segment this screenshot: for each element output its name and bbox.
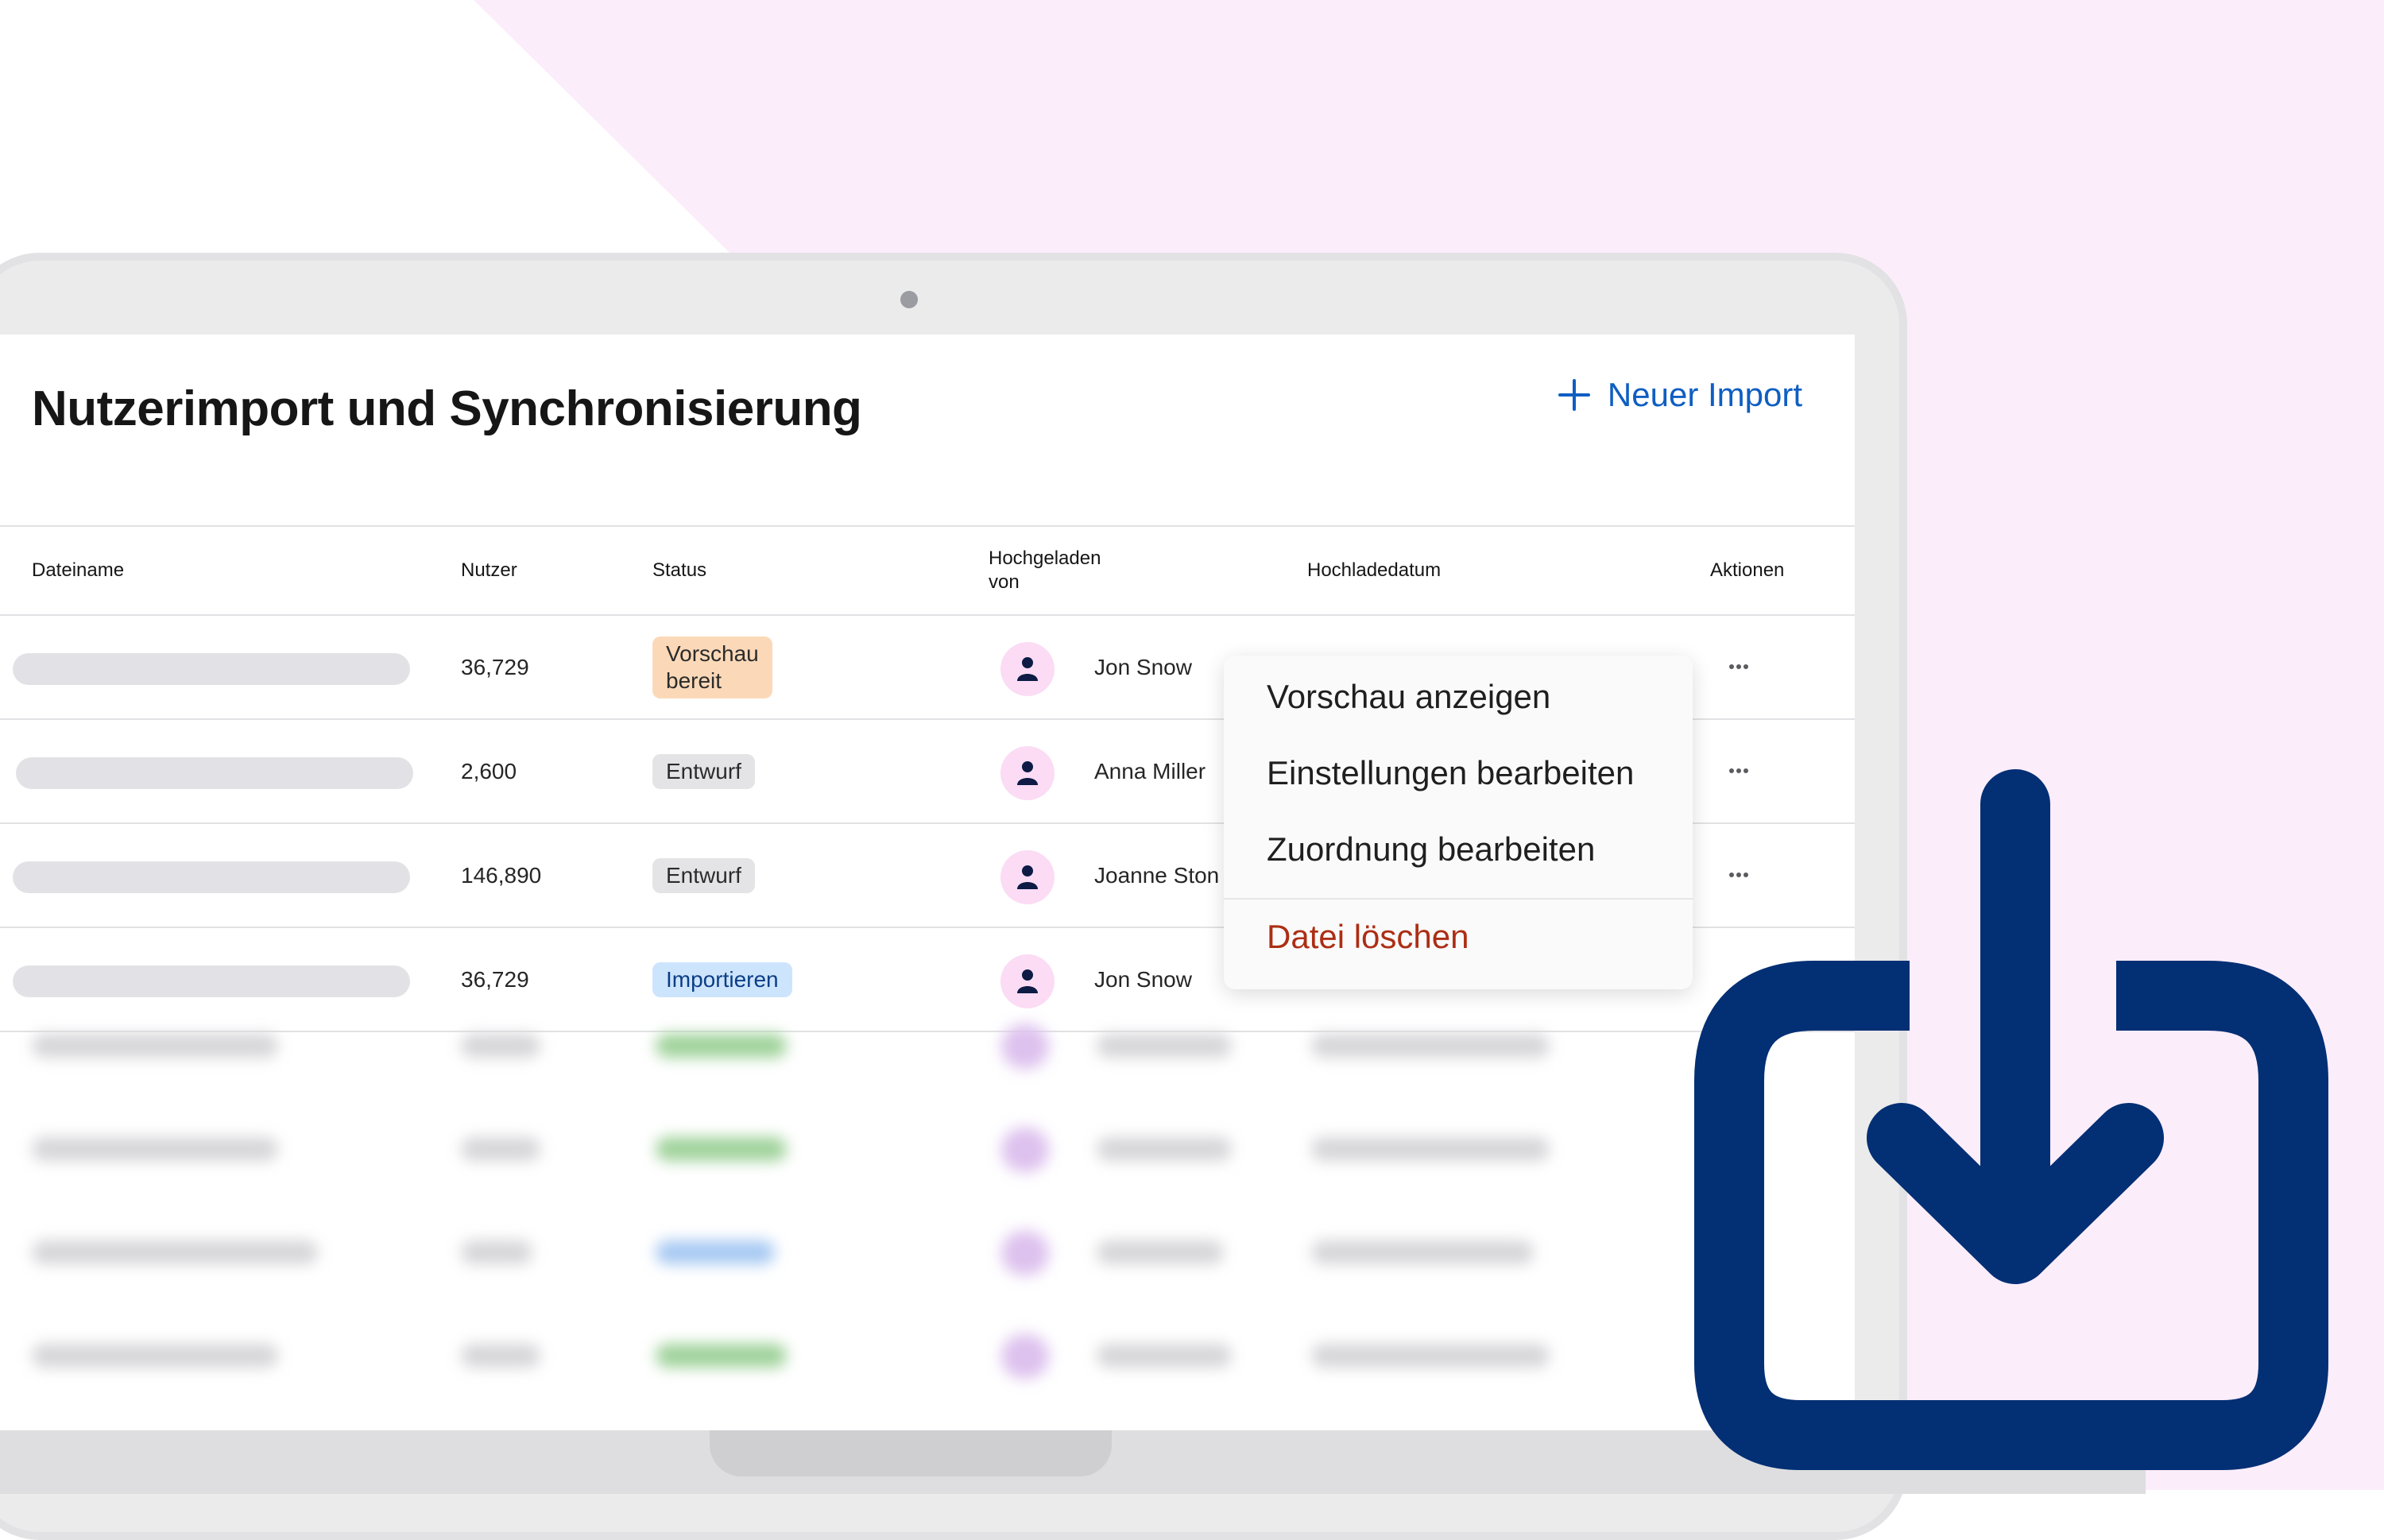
column-header-date[interactable]: Hochladedatum xyxy=(1307,527,1441,614)
blurred-status xyxy=(656,1240,775,1264)
file-name-placeholder xyxy=(13,965,410,997)
avatar xyxy=(1000,642,1055,696)
uploader-name: Joanne Ston xyxy=(1094,862,1220,888)
blurred-rows xyxy=(0,1024,1855,1431)
column-header-users[interactable]: Nutzer xyxy=(461,527,517,614)
blurred-file-name xyxy=(32,1034,278,1058)
row-actions-menu: Vorschau anzeigen Einstellungen bearbeit… xyxy=(1224,656,1693,989)
avatar xyxy=(1000,746,1055,800)
status-badge-line1: Vorschau xyxy=(666,640,759,666)
blurred-file-name xyxy=(32,1344,278,1368)
status-badge: Entwurf xyxy=(652,857,755,893)
new-import-button[interactable]: Neuer Import xyxy=(1558,376,1802,414)
blurred-date xyxy=(1311,1240,1534,1264)
menu-item-edit-mapping[interactable]: Zuordnung bearbeiten xyxy=(1267,830,1595,869)
users-count: 36,729 xyxy=(461,966,529,992)
blurred-date xyxy=(1311,1034,1550,1058)
users-count: 2,600 xyxy=(461,758,517,784)
blurred-status xyxy=(656,1137,787,1161)
page-title: Nutzerimport und Synchronisierung xyxy=(32,381,862,436)
menu-divider xyxy=(1224,898,1693,900)
column-header-status[interactable]: Status xyxy=(652,527,706,614)
column-header-uploaded-by[interactable]: Hochgeladen von xyxy=(989,527,1101,614)
column-header-file[interactable]: Dateiname xyxy=(32,527,124,614)
download-icon xyxy=(1694,769,2328,1470)
users-count: 146,890 xyxy=(461,862,542,888)
new-import-label: Neuer Import xyxy=(1607,376,1802,413)
table-header: Dateiname Nutzer Status Hochgeladen von … xyxy=(0,525,1855,616)
menu-item-delete-file[interactable]: Datei löschen xyxy=(1267,918,1469,956)
uploader-name: Jon Snow xyxy=(1094,654,1192,679)
blurred-uploader xyxy=(1097,1240,1224,1264)
blurred-file-name xyxy=(32,1240,318,1264)
menu-item-preview[interactable]: Vorschau anzeigen xyxy=(1267,678,1550,716)
blurred-avatar xyxy=(1001,1231,1049,1275)
status-badge: Importieren xyxy=(652,962,792,997)
more-horizontal-icon[interactable] xyxy=(1728,660,1749,673)
plus-icon xyxy=(1558,379,1590,411)
menu-item-edit-settings[interactable]: Einstellungen bearbeiten xyxy=(1267,754,1634,792)
blurred-avatar xyxy=(1001,1334,1049,1379)
file-name-placeholder xyxy=(13,861,410,893)
column-header-uploaded-by-line1: Hochgeladen xyxy=(989,548,1101,569)
avatar xyxy=(1000,954,1055,1008)
user-icon xyxy=(1017,865,1038,889)
status-badge: Entwurf xyxy=(652,753,755,789)
blurred-uploader xyxy=(1097,1344,1232,1368)
blurred-date xyxy=(1311,1344,1550,1368)
column-header-actions: Aktionen xyxy=(1710,559,1785,581)
camera-icon xyxy=(900,291,918,308)
uploader-name: Jon Snow xyxy=(1094,966,1192,992)
blurred-users xyxy=(461,1344,540,1368)
blurred-uploader xyxy=(1097,1137,1232,1161)
laptop-notch xyxy=(710,1430,1112,1476)
file-name-placeholder xyxy=(16,757,413,789)
blurred-uploader xyxy=(1097,1034,1232,1058)
user-icon xyxy=(1017,761,1038,785)
status-badge-line2: bereit xyxy=(666,667,722,693)
blurred-users xyxy=(461,1137,540,1161)
blurred-users xyxy=(461,1240,532,1264)
app-screen: Nutzerimport und Synchronisierung Neuer … xyxy=(0,335,1855,1431)
blurred-file-name xyxy=(32,1137,278,1161)
avatar xyxy=(1000,850,1055,904)
column-header-uploaded-by-line2: von xyxy=(989,571,1020,593)
blurred-avatar xyxy=(1001,1128,1049,1172)
blurred-users xyxy=(461,1034,540,1058)
blurred-avatar xyxy=(1001,1024,1049,1069)
file-name-placeholder xyxy=(13,653,410,685)
user-icon xyxy=(1017,969,1038,993)
blurred-status xyxy=(656,1344,787,1368)
uploader-name: Anna Miller xyxy=(1094,758,1206,784)
status-badge: Vorschau bereit xyxy=(652,636,772,698)
users-count: 36,729 xyxy=(461,654,529,679)
blurred-date xyxy=(1311,1137,1550,1161)
blurred-status xyxy=(656,1034,787,1058)
user-icon xyxy=(1017,657,1038,681)
